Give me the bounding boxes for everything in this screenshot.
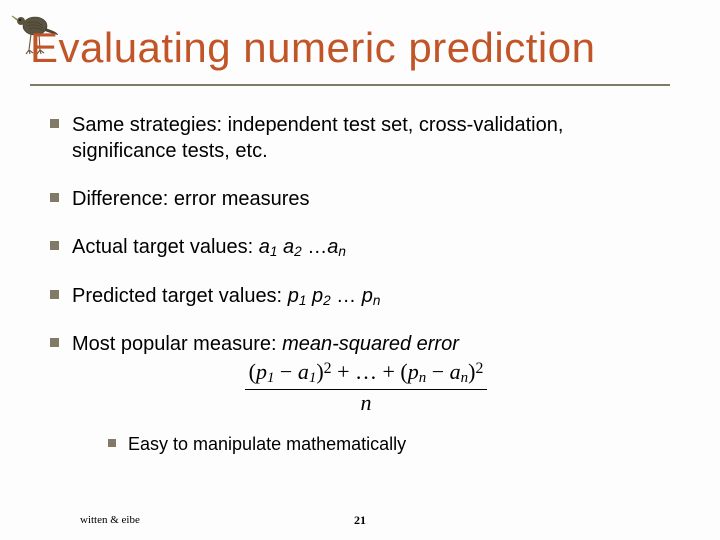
bullet-text: Actual target values:: [72, 236, 259, 258]
sub-bullet-item: Easy to manipulate mathematically: [108, 433, 660, 456]
var-a2: a2: [283, 236, 302, 258]
page-number: 21: [354, 513, 366, 528]
var-pn: pn: [362, 285, 381, 307]
bullet-item: Difference: error measures: [50, 186, 660, 212]
bullet-text: Most popular measure:: [72, 333, 282, 355]
var-p2: p2: [312, 285, 331, 307]
emph-term: mean-squared error: [282, 333, 459, 355]
mse-formula: (p1 − a1)2 + … + (pn − an)2 n: [72, 359, 660, 414]
var-p1: p1: [288, 285, 307, 307]
ellipsis: …: [331, 285, 362, 307]
var-an: an: [327, 236, 346, 258]
bullet-text: Predicted target values:: [72, 285, 288, 307]
footer-author: witten & eibe: [80, 514, 140, 526]
bullet-list: Same strategies: independent test set, c…: [50, 112, 660, 478]
bullet-item: Predicted target values: p1 p2 … pn: [50, 283, 660, 310]
slide-title: Evaluating numeric prediction: [30, 24, 595, 72]
bullet-item: Same strategies: independent test set, c…: [50, 112, 660, 164]
bullet-item: Most popular measure: mean-squared error…: [50, 331, 660, 456]
ellipsis: …: [302, 236, 328, 258]
bullet-item: Actual target values: a1 a2 …an: [50, 234, 660, 261]
title-underline: [30, 84, 670, 86]
var-a1: a1: [259, 236, 278, 258]
